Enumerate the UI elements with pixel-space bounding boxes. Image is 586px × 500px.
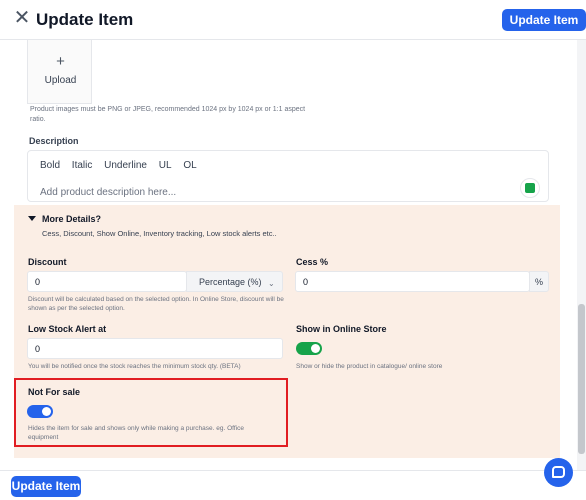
update-item-button-bottom[interactable]: Update Item xyxy=(11,476,81,497)
image-upload-button[interactable]: + Upload xyxy=(27,40,92,104)
bold-button[interactable]: Bold xyxy=(40,160,60,171)
ordered-list-button[interactable]: OL xyxy=(183,160,196,171)
show-online-hint: Show or hide the product in catalogue/ o… xyxy=(296,363,443,370)
chat-icon xyxy=(552,466,565,478)
cess-input[interactable]: 0 xyxy=(295,271,530,292)
editor-toolbar: Bold Italic Underline UL OL xyxy=(40,160,206,171)
not-for-sale-label: Not For sale xyxy=(28,387,81,397)
grammar-assistant-icon[interactable] xyxy=(520,178,540,198)
modal-footer xyxy=(0,470,586,500)
low-stock-input[interactable]: 0 xyxy=(27,338,283,359)
description-label: Description xyxy=(29,136,79,146)
cess-percent-suffix: % xyxy=(529,271,549,292)
show-online-label: Show in Online Store xyxy=(296,324,387,334)
more-details-subtitle: Cess, Discount, Show Online, Inventory t… xyxy=(42,229,277,238)
close-icon[interactable]: ✕ xyxy=(13,8,31,28)
upload-hint: Product images must be PNG or JPEG, reco… xyxy=(30,106,306,123)
discount-input[interactable]: 0 xyxy=(27,271,187,292)
description-editor[interactable]: Bold Italic Underline UL OL Add product … xyxy=(27,150,549,202)
not-for-sale-hint: Hides the item for sale and shows only w… xyxy=(28,425,244,441)
plus-icon: + xyxy=(56,53,65,70)
discount-label: Discount xyxy=(28,257,67,267)
scrollbar-thumb[interactable] xyxy=(578,304,585,454)
low-stock-label: Low Stock Alert at xyxy=(28,324,107,334)
cess-label: Cess % xyxy=(296,257,329,267)
underline-button[interactable]: Underline xyxy=(104,160,147,171)
low-stock-hint: You will be notified once the stock reac… xyxy=(28,363,241,370)
show-online-toggle[interactable] xyxy=(296,342,322,355)
not-for-sale-toggle[interactable] xyxy=(27,405,53,418)
italic-button[interactable]: Italic xyxy=(72,160,93,171)
more-details-toggle[interactable]: More Details? xyxy=(42,214,101,224)
page-title: Update Item xyxy=(36,10,134,29)
chat-support-button[interactable] xyxy=(544,458,573,487)
discount-hint: Discount will be calculated based on the… xyxy=(28,296,284,312)
update-item-button-top[interactable]: Update Item xyxy=(502,9,586,31)
chevron-down-icon[interactable] xyxy=(28,216,36,221)
unordered-list-button[interactable]: UL xyxy=(159,160,172,171)
description-placeholder[interactable]: Add product description here... xyxy=(40,187,176,198)
upload-label: Upload xyxy=(44,75,77,86)
chevron-down-icon: ⌄ xyxy=(268,279,275,288)
